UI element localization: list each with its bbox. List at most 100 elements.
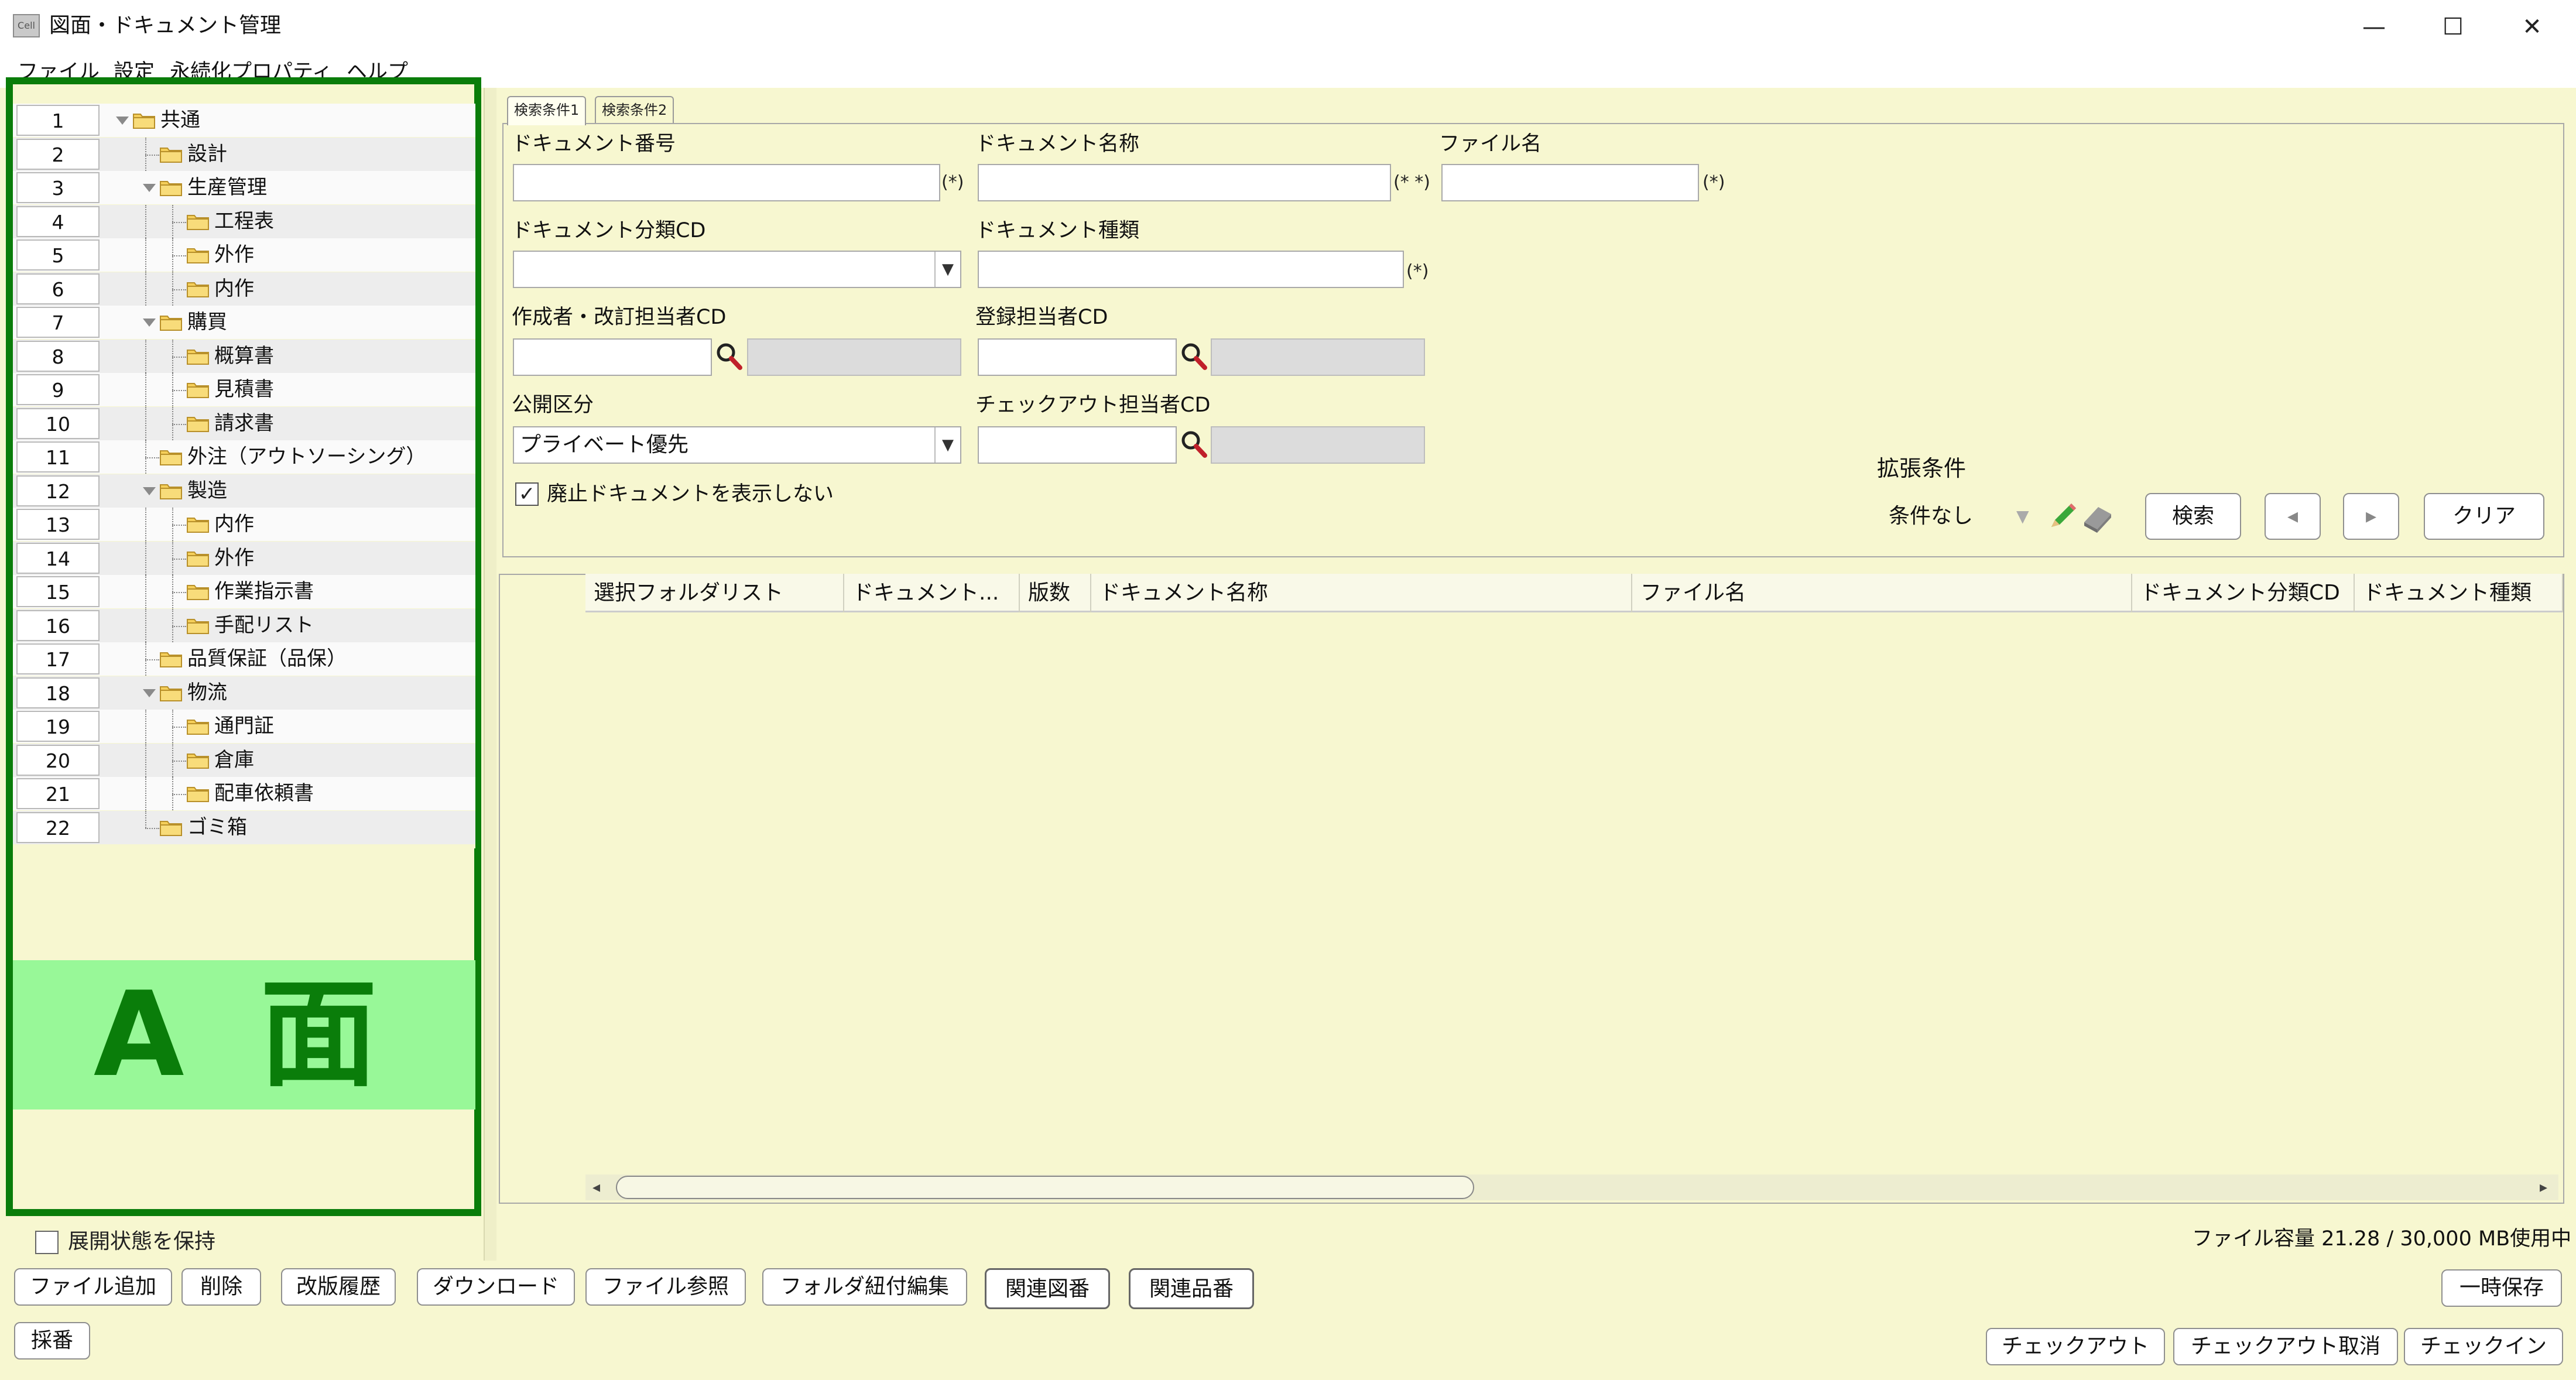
folder-label[interactable]: 手配リスト (214, 609, 314, 642)
expand-toggle-icon[interactable] (143, 184, 156, 192)
eraser-icon[interactable] (2081, 499, 2115, 534)
tree-row[interactable]: 1 共通 (13, 104, 475, 137)
tree-row[interactable]: 10 請求書 (13, 406, 475, 440)
folder-label[interactable]: 通門証 (214, 710, 274, 743)
related-drawing-button[interactable]: 関連図番 (985, 1268, 1110, 1309)
scroll-left-icon[interactable]: ◂ (592, 1176, 600, 1199)
related-item-button[interactable]: 関連品番 (1129, 1268, 1254, 1309)
maximize-button[interactable]: ☐ (2415, 7, 2491, 47)
tree-row[interactable]: 2 設計 (13, 137, 475, 171)
publish-dropdown-arrow-icon[interactable]: ▼ (934, 427, 960, 463)
folder-label[interactable]: 品質保証（品保） (187, 642, 347, 676)
folder-label[interactable]: 製造 (187, 474, 227, 508)
folder-label[interactable]: 設計 (187, 138, 227, 171)
tree-row[interactable]: 22 ゴミ箱 (13, 810, 475, 844)
numbering-button[interactable]: 採番 (14, 1322, 90, 1360)
horizontal-scroll-thumb[interactable] (616, 1176, 1474, 1199)
tree-row[interactable]: 17 品質保証（品保） (13, 642, 475, 676)
folder-label[interactable]: 生産管理 (187, 171, 267, 204)
expand-toggle-icon[interactable] (116, 117, 129, 125)
author-code-input[interactable] (513, 338, 712, 376)
ext-condition-arrow-icon[interactable]: ▼ (2016, 499, 2029, 534)
edit-pencil-icon[interactable] (2046, 499, 2078, 534)
hide-obsolete-checkbox[interactable]: ✓ (515, 482, 539, 506)
column-header-version[interactable]: 版数 (1020, 574, 1091, 612)
tree-row[interactable]: 8 概算書 (13, 339, 475, 373)
tree-row[interactable]: 20 倉庫 (13, 743, 475, 777)
folder-label[interactable]: 倉庫 (214, 744, 254, 777)
delete-button[interactable]: 削除 (181, 1268, 261, 1306)
column-header-file-name[interactable]: ファイル名 (1632, 574, 2132, 612)
folder-link-edit-button[interactable]: フォルダ紐付編集 (762, 1268, 967, 1306)
tree-row[interactable]: 5 外作 (13, 238, 475, 272)
folder-label[interactable]: 工程表 (214, 205, 274, 238)
folder-label[interactable]: 外作 (214, 542, 254, 575)
checkin-button[interactable]: チェックイン (2404, 1328, 2563, 1365)
file-reference-button[interactable]: ファイル参照 (585, 1268, 746, 1306)
result-list[interactable] (499, 574, 2564, 1204)
tree-row[interactable]: 7 購買 (13, 306, 475, 339)
tree-row[interactable]: 21 配車依頼書 (13, 777, 475, 810)
close-button[interactable]: ✕ (2494, 7, 2570, 47)
prev-page-button[interactable]: ◂ (2265, 493, 2321, 540)
doc-number-input[interactable] (513, 164, 940, 201)
tree-row[interactable]: 16 手配リスト (13, 608, 475, 642)
expand-toggle-icon[interactable] (143, 487, 156, 495)
folder-label[interactable]: 共通 (160, 104, 200, 137)
checkout-user-code-input[interactable] (978, 426, 1177, 464)
folder-label[interactable]: 配車依頼書 (214, 777, 314, 810)
tree-row[interactable]: 6 内作 (13, 272, 475, 306)
tab-search-conditions-2[interactable]: 検索条件2 (595, 96, 674, 125)
keep-expand-checkbox[interactable] (35, 1231, 59, 1254)
registrant-code-input[interactable] (978, 338, 1177, 376)
tree-row[interactable]: 9 見積書 (13, 373, 475, 406)
folder-label[interactable]: 見積書 (214, 373, 274, 406)
tree-row[interactable]: 15 作業指示書 (13, 575, 475, 608)
column-header-doc-type[interactable]: ドキュメント種類 (2355, 574, 2563, 612)
download-button[interactable]: ダウンロード (417, 1268, 575, 1306)
tree-row[interactable]: 11 外注（アウトソーシング） (13, 440, 475, 474)
checkout-cancel-button[interactable]: チェックアウト取消 (2173, 1328, 2398, 1365)
minimize-button[interactable]: — (2336, 7, 2412, 47)
next-page-button[interactable]: ▸ (2343, 493, 2399, 540)
revision-history-button[interactable]: 改版履歴 (281, 1268, 396, 1306)
panel-splitter[interactable] (484, 88, 496, 1261)
doc-type-input[interactable] (978, 251, 1404, 288)
folder-label[interactable]: 概算書 (214, 340, 274, 373)
folder-label[interactable]: 外注（アウトソーシング） (187, 440, 426, 474)
column-header-folder-list[interactable]: 選択フォルダリスト (585, 574, 844, 612)
folder-label[interactable]: 物流 (187, 676, 227, 710)
registrant-search-icon[interactable] (1180, 340, 1208, 372)
checkout-button[interactable]: チェックアウト (1986, 1328, 2165, 1365)
add-file-button[interactable]: ファイル追加 (14, 1268, 172, 1306)
expand-toggle-icon[interactable] (143, 319, 156, 327)
column-header-doc-number[interactable]: ドキュメント... (844, 574, 1020, 612)
scroll-right-icon[interactable]: ▸ (2540, 1176, 2547, 1199)
tree-row[interactable]: 13 内作 (13, 508, 475, 541)
search-button[interactable]: 検索 (2145, 493, 2241, 540)
folder-tree[interactable]: 1 共通 2 設計 3 生産管理 4 工程表 5 外作 6 内作 7 購買 8 概算書 9 見積書 10 請求書 11 外… (13, 104, 475, 848)
checkout-user-search-icon[interactable] (1180, 427, 1208, 460)
tree-row[interactable]: 12 製造 (13, 474, 475, 508)
folder-label[interactable]: ゴミ箱 (187, 811, 247, 844)
expand-toggle-icon[interactable] (143, 689, 156, 697)
doc-class-dropdown-arrow-icon[interactable]: ▼ (934, 252, 960, 287)
folder-label[interactable]: 内作 (214, 272, 254, 306)
doc-class-select[interactable] (513, 251, 961, 288)
folder-label[interactable]: 購買 (187, 306, 227, 339)
folder-label[interactable]: 内作 (214, 508, 254, 541)
folder-label[interactable]: 作業指示書 (214, 575, 314, 608)
column-header-doc-class[interactable]: ドキュメント分類CD (2132, 574, 2355, 612)
tree-row[interactable]: 4 工程表 (13, 204, 475, 238)
tree-row[interactable]: 18 物流 (13, 676, 475, 710)
tab-search-conditions-1[interactable]: 検索条件1 (507, 96, 587, 125)
doc-name-input[interactable] (978, 164, 1391, 201)
clear-button[interactable]: クリア (2424, 493, 2544, 540)
tree-row[interactable]: 14 外作 (13, 541, 475, 575)
temp-save-button[interactable]: 一時保存 (2441, 1269, 2562, 1307)
column-header-doc-name[interactable]: ドキュメント名称 (1091, 574, 1632, 612)
author-search-icon[interactable] (715, 340, 744, 372)
folder-label[interactable]: 請求書 (214, 407, 274, 440)
tree-row[interactable]: 19 通門証 (13, 710, 475, 743)
tree-row[interactable]: 3 生産管理 (13, 171, 475, 204)
